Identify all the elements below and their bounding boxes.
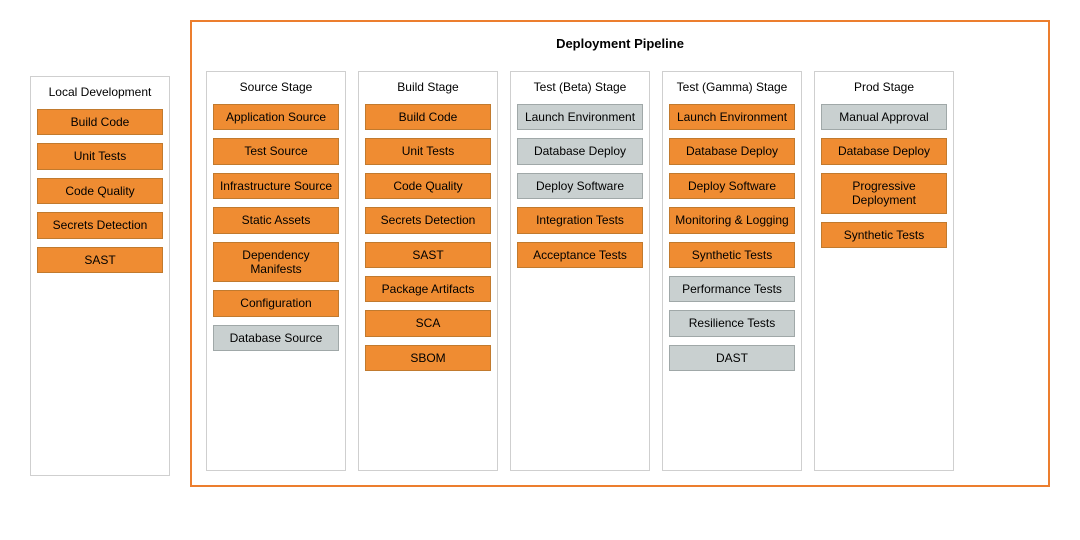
deployment-pipeline-frame: Deployment Pipeline Source Stage Applicat… <box>190 20 1050 487</box>
step: Dependency Manifests <box>213 242 339 283</box>
step: Build Code <box>37 109 163 135</box>
step: Database Deploy <box>669 138 795 164</box>
pipeline-title: Deployment Pipeline <box>206 36 1034 51</box>
local-development-column: Local Development Build Code Unit Tests Co… <box>30 76 170 476</box>
step: Launch Environment <box>517 104 643 130</box>
stage: Build Stage Build Code Unit Tests Code Qual… <box>358 71 498 471</box>
step: DAST <box>669 345 795 371</box>
step: Deploy Software <box>669 173 795 199</box>
step: Test Source <box>213 138 339 164</box>
step: Acceptance Tests <box>517 242 643 268</box>
stage: Prod Stage Manual Approval Database Deploy… <box>814 71 954 471</box>
step: Deploy Software <box>517 173 643 199</box>
step: Monitoring & Logging <box>669 207 795 233</box>
step: Secrets Detection <box>365 207 491 233</box>
step: Package Artifacts <box>365 276 491 302</box>
step: SBOM <box>365 345 491 371</box>
stage-title: Test (Beta) Stage <box>517 80 643 94</box>
step: Database Deploy <box>517 138 643 164</box>
step: Synthetic Tests <box>669 242 795 268</box>
stage-steps: Build Code Unit Tests Code Quality Secrets … <box>37 109 163 273</box>
step: Unit Tests <box>37 143 163 169</box>
stage-title: Prod Stage <box>821 80 947 94</box>
step: Integration Tests <box>517 207 643 233</box>
stage: Test (Beta) Stage Launch Environment Datab… <box>510 71 650 471</box>
step: Infrastructure Source <box>213 173 339 199</box>
pipeline-columns: Source Stage Application Source Test Sourc… <box>206 71 1034 471</box>
step: SCA <box>365 310 491 336</box>
step: Resilience Tests <box>669 310 795 336</box>
step: Application Source <box>213 104 339 130</box>
stage-title: Local Development <box>37 85 163 99</box>
stage-title: Source Stage <box>213 80 339 94</box>
stage-local-development: Local Development Build Code Unit Tests Co… <box>30 76 170 476</box>
step: Database Source <box>213 325 339 351</box>
step: Synthetic Tests <box>821 222 947 248</box>
stage-title: Test (Gamma) Stage <box>669 80 795 94</box>
step: Database Deploy <box>821 138 947 164</box>
step: Unit Tests <box>365 138 491 164</box>
stage: Source Stage Application Source Test Sourc… <box>206 71 346 471</box>
step: Static Assets <box>213 207 339 233</box>
step: Code Quality <box>37 178 163 204</box>
step: Launch Environment <box>669 104 795 130</box>
step: SAST <box>37 247 163 273</box>
step: Manual Approval <box>821 104 947 130</box>
step: Code Quality <box>365 173 491 199</box>
step: Configuration <box>213 290 339 316</box>
step: Build Code <box>365 104 491 130</box>
step: Performance Tests <box>669 276 795 302</box>
step: Secrets Detection <box>37 212 163 238</box>
diagram-root: Local Development Build Code Unit Tests Co… <box>30 20 1050 487</box>
step: Progressive Deployment <box>821 173 947 214</box>
step: SAST <box>365 242 491 268</box>
stage: Test (Gamma) Stage Launch Environment Data… <box>662 71 802 471</box>
stage-title: Build Stage <box>365 80 491 94</box>
